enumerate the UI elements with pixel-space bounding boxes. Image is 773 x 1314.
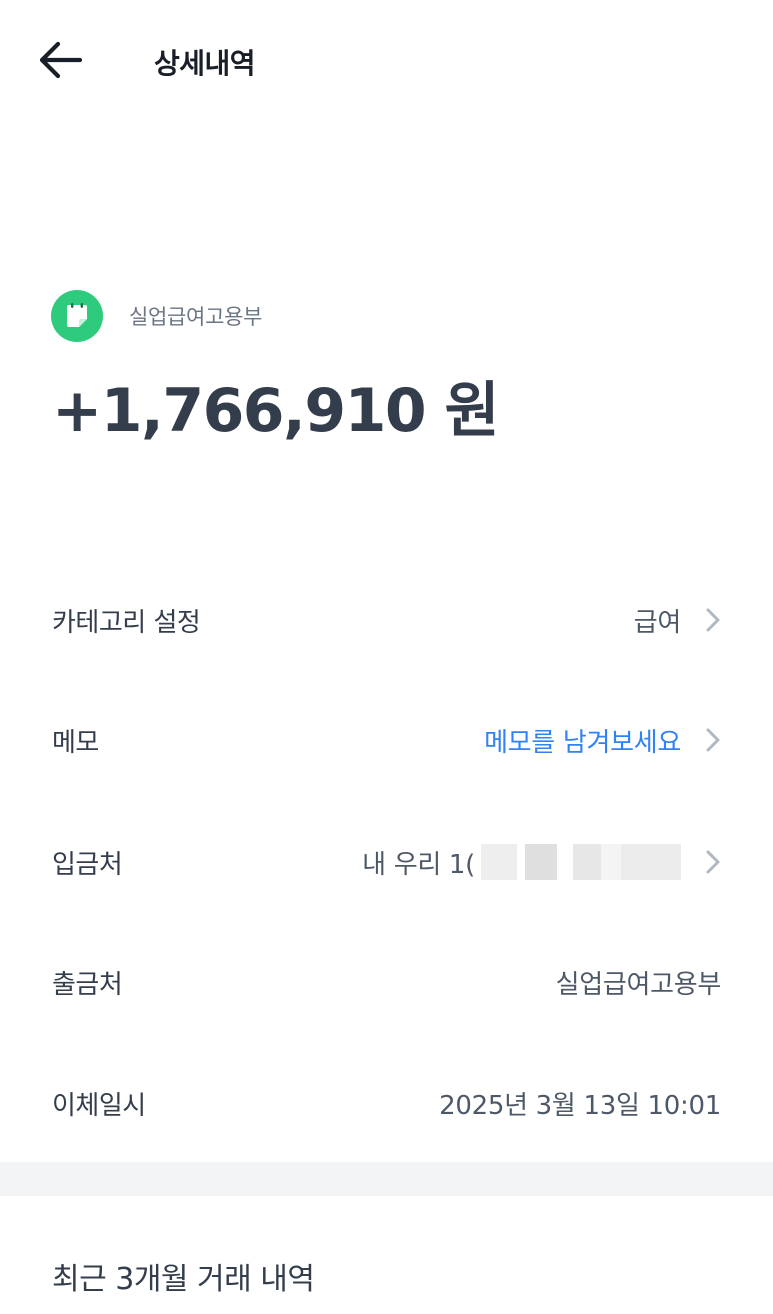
deposit-value-group: 내 우리 1( — [362, 844, 721, 881]
chevron-right-icon — [705, 727, 721, 753]
transfer-time-label: 이체일시 — [52, 1090, 146, 1121]
redacted-account-number — [481, 844, 681, 880]
deposit-account-value: 내 우리 1( — [362, 849, 475, 880]
header: 상세내역 — [0, 0, 773, 120]
memo-row[interactable]: 메모 메모를 남겨보세요 — [0, 710, 773, 770]
page-title: 상세내역 — [154, 47, 256, 80]
memo-note-icon — [51, 290, 103, 342]
section-divider — [0, 1162, 773, 1196]
source-name: 실업급여고용부 — [129, 305, 263, 329]
withdraw-account-row: 출금처 실업급여고용부 — [0, 952, 773, 1012]
withdraw-account-value: 실업급여고용부 — [555, 969, 722, 1000]
memo-value-group: 메모를 남겨보세요 — [484, 722, 721, 759]
recent-transactions-title: 최근 3개월 거래 내역 — [52, 1262, 315, 1297]
source-row: 실업급여고용부 — [51, 290, 262, 342]
memo-label: 메모 — [52, 727, 99, 758]
deposit-account-row[interactable]: 입금처 내 우리 1( — [0, 832, 773, 892]
category-value-group: 급여 — [634, 602, 721, 639]
back-button[interactable] — [36, 38, 84, 82]
memo-placeholder: 메모를 남겨보세요 — [484, 727, 681, 758]
chevron-right-icon — [705, 607, 721, 633]
category-value: 급여 — [633, 607, 682, 638]
transfer-time-value: 2025년 3월 13일 10:01 — [439, 1090, 721, 1121]
transfer-time-row: 이체일시 2025년 3월 13일 10:01 — [0, 1073, 773, 1133]
withdraw-label: 출금처 — [52, 969, 123, 1000]
transaction-detail-page: 상세내역 실업급여고용부 +1,766,910 원 카테고리 설정 급여 메모 … — [0, 0, 773, 1314]
category-label: 카테고리 설정 — [52, 607, 201, 638]
transaction-amount: +1,766,910 원 — [52, 376, 500, 446]
deposit-label: 입금처 — [52, 849, 123, 880]
arrow-left-icon — [39, 41, 82, 79]
category-row[interactable]: 카테고리 설정 급여 — [0, 590, 773, 650]
chevron-right-icon — [705, 849, 721, 875]
